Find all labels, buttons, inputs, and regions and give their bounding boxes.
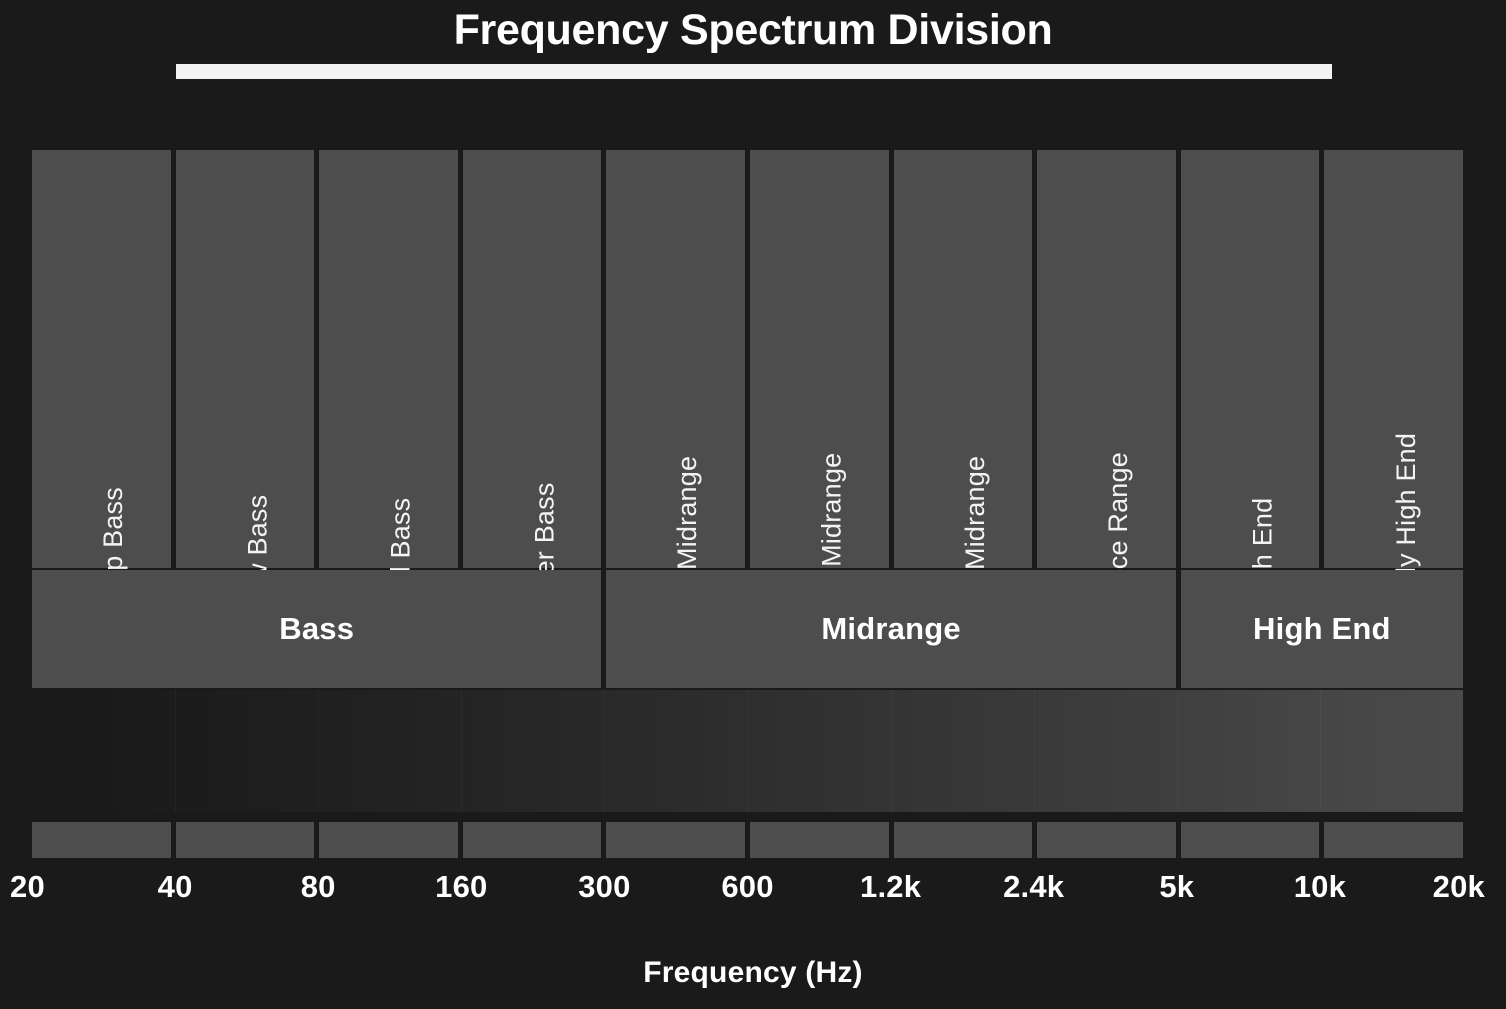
frequency-band-cell[interactable]: Deep Bass	[32, 150, 171, 621]
gradient-divider	[748, 690, 749, 812]
axis-tick-segment[interactable]	[1037, 822, 1176, 858]
band-label-wrapper: Upper Midrange	[894, 456, 1033, 652]
group-label: Midrange	[821, 611, 961, 646]
axis-tick-segment[interactable]	[749, 822, 889, 858]
band-label-wrapper: Mid Bass	[319, 498, 458, 611]
plot-area: Deep Bass Low Bass Mid Bass Upper Bass Lower…	[32, 150, 1463, 858]
band-label-wrapper: Lower Midrange	[606, 456, 745, 652]
frequency-group-cell[interactable]: Bass	[32, 570, 602, 688]
frequency-group-cell[interactable]: Midrange	[606, 570, 1176, 688]
frequency-band-cell[interactable]: Extremely High End	[1324, 150, 1463, 675]
band-label-wrapper: Presence Range	[1037, 452, 1176, 656]
gradient-divider	[1177, 690, 1178, 812]
title-block: Frequency Spectrum Division	[0, 0, 1506, 92]
gradient-divider	[604, 690, 605, 812]
page-title: Frequency Spectrum Division	[453, 6, 1053, 54]
gradient-divider	[175, 690, 176, 812]
axis-tick-segment[interactable]	[606, 822, 745, 858]
axis-tick-label: 20k	[1432, 869, 1485, 904]
group-label: Bass	[279, 611, 355, 646]
frequency-band-cell[interactable]: Presence Range	[1037, 150, 1176, 656]
gradient-divider	[1034, 690, 1035, 812]
axis-tick-segment[interactable]	[462, 822, 602, 858]
frequency-bands-row: Deep Bass Low Bass Mid Bass Upper Bass Lower…	[32, 150, 1463, 675]
frequency-group-cell[interactable]: High End	[1180, 570, 1463, 688]
band-label-wrapper: Extremely High End	[1324, 433, 1463, 675]
frequency-band-cell[interactable]: Mid Bass	[319, 150, 458, 611]
frequency-band-cell[interactable]: Low Bass	[175, 150, 315, 614]
band-label-wrapper: High End	[1181, 498, 1320, 611]
frequency-spectrum-chart: Frequency Spectrum Division Deep Bass Low…	[0, 0, 1506, 1009]
axis-tick-segment[interactable]	[319, 822, 458, 858]
frequency-groups-row: Bass Midrange High End	[32, 570, 1463, 688]
axis-tick-label: 40	[157, 869, 193, 904]
axis-tick-label: 80	[300, 869, 336, 904]
group-label: High End	[1253, 611, 1391, 646]
axis-tick-segment[interactable]	[1180, 822, 1320, 858]
frequency-band-cell[interactable]: Upper Midrange	[893, 150, 1033, 652]
axis-tick-label: 600	[721, 869, 774, 904]
frequency-band-cell[interactable]: Middle Midrange	[749, 150, 889, 656]
band-label-wrapper: Deep Bass	[32, 487, 171, 621]
axis-tick-label: 5k	[1159, 869, 1195, 904]
frequency-band-cell[interactable]: Lower Midrange	[606, 150, 745, 652]
title-underline-bar	[176, 64, 1332, 79]
axis-tick-segments-strip	[32, 822, 1463, 858]
frequency-band-cell[interactable]: Upper Bass	[462, 150, 602, 626]
spectrum-gradient-strip	[32, 690, 1463, 812]
axis-tick-label: 2.4k	[1003, 869, 1065, 904]
axis-title: Frequency (Hz)	[643, 956, 863, 989]
axis-tick-label: 160	[435, 869, 488, 904]
axis-tick-label: 1.2k	[860, 869, 922, 904]
axis-tick-label: 10k	[1293, 869, 1347, 904]
frequency-band-cell[interactable]: High End	[1180, 150, 1320, 611]
axis-tick-segment[interactable]	[175, 822, 315, 858]
axis-tick-labels: 20 40 80 160 300 600 1.2k 2.4k 5k 10k 20k	[0, 868, 1506, 910]
gradient-divider	[891, 690, 892, 812]
axis-tick-segment[interactable]	[1324, 822, 1463, 858]
gradient-divider	[1320, 690, 1321, 812]
band-label-wrapper: Middle Midrange	[750, 453, 889, 656]
band-label-wrapper: Low Bass	[176, 495, 315, 614]
gradient-divider	[318, 690, 319, 812]
axis-tick-segment[interactable]	[32, 822, 171, 858]
band-label-wrapper: Upper Bass	[463, 482, 602, 625]
axis-tick-label: 20	[10, 869, 45, 904]
gradient-divider	[461, 690, 462, 812]
axis-tick-label: 300	[578, 869, 631, 904]
axis-tick-segment[interactable]	[893, 822, 1033, 858]
